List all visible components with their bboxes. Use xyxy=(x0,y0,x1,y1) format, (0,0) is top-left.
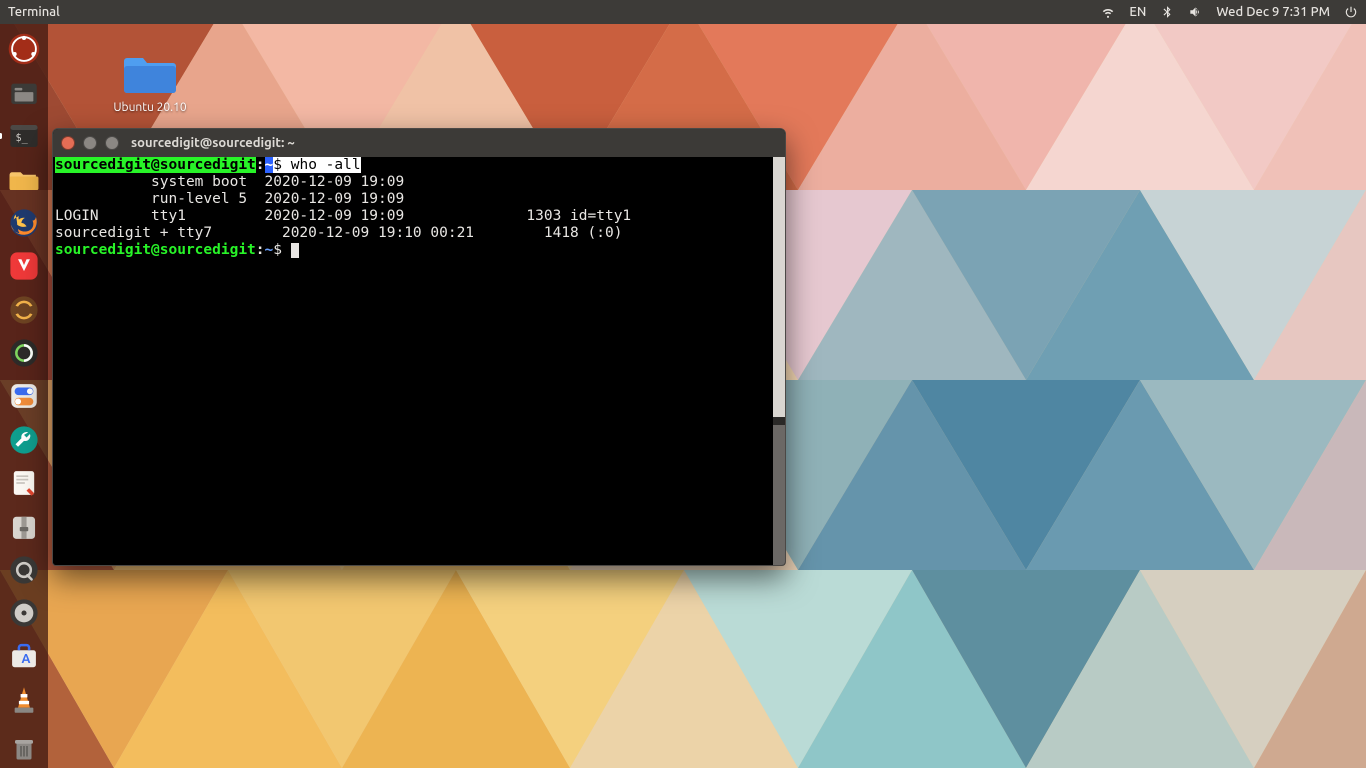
active-app-label: Terminal xyxy=(8,5,60,19)
output-line: LOGIN tty1 2020-12-09 19:09 1303 id=tty1 xyxy=(55,208,631,224)
dock-vlc-icon[interactable] xyxy=(4,681,44,719)
top-panel: Terminal EN Wed Dec 9 7:31 PM xyxy=(0,0,1366,24)
terminal-body[interactable]: sourcedigit@sourcedigit:~$ who -all syst… xyxy=(53,157,785,565)
terminal-titlebar[interactable]: sourcedigit@sourcedigit: ~ xyxy=(53,129,785,157)
prompt-colon: : xyxy=(256,157,265,173)
prompt-cwd: ~ xyxy=(265,157,274,173)
dock-dash-button[interactable] xyxy=(4,30,44,68)
dock-trash-icon[interactable] xyxy=(4,730,44,768)
svg-text:$_: $_ xyxy=(15,133,28,144)
prompt-symbol: $ xyxy=(273,157,282,173)
scrollbar-thumb[interactable] xyxy=(773,157,785,417)
dock-wrench-icon[interactable] xyxy=(4,421,44,459)
dock-archive-icon[interactable] xyxy=(4,507,44,545)
prompt-user: sourcedigit@sourcedigit xyxy=(55,157,256,173)
terminal-scrollbar[interactable] xyxy=(773,157,785,565)
prompt-user: sourcedigit@sourcedigit xyxy=(55,242,256,258)
dock-files-icon[interactable] xyxy=(4,73,44,111)
dock-disk-icon[interactable] xyxy=(4,594,44,632)
terminal-title: sourcedigit@sourcedigit: ~ xyxy=(131,136,295,150)
scrollbar-track-bottom xyxy=(773,425,785,565)
prompt-colon: : xyxy=(256,242,265,258)
window-minimize-button[interactable] xyxy=(83,136,97,150)
dock-folder-icon[interactable] xyxy=(4,160,44,198)
prompt-symbol: $ xyxy=(273,242,282,258)
terminal-cursor xyxy=(291,243,299,258)
output-line: run-level 5 2020-12-09 19:09 xyxy=(55,191,404,207)
dock-terminal-icon[interactable]: $_ xyxy=(4,117,44,155)
command-text: who -all xyxy=(291,157,361,173)
dock-firefox-icon[interactable] xyxy=(4,204,44,242)
clock-label[interactable]: Wed Dec 9 7:31 PM xyxy=(1216,5,1330,19)
svg-text:A: A xyxy=(21,652,30,666)
dock-toggle-icon[interactable] xyxy=(4,377,44,415)
bluetooth-icon[interactable] xyxy=(1160,5,1174,19)
power-icon[interactable] xyxy=(1344,5,1358,19)
prompt-cwd: ~ xyxy=(265,242,274,258)
dock-privacy-icon[interactable] xyxy=(4,551,44,589)
output-line: system boot 2020-12-09 19:09 xyxy=(55,174,404,190)
dock-sync-icon[interactable] xyxy=(4,290,44,328)
dock-notes-icon[interactable] xyxy=(4,464,44,502)
keyboard-layout-indicator[interactable]: EN xyxy=(1129,5,1146,19)
volume-icon[interactable] xyxy=(1188,5,1202,19)
window-maximize-button[interactable] xyxy=(105,136,119,150)
window-close-button[interactable] xyxy=(61,136,75,150)
dock-camera-icon[interactable] xyxy=(4,334,44,372)
desktop-folder[interactable]: Ubuntu 20.10 xyxy=(100,48,200,114)
dock-software-icon[interactable]: A xyxy=(4,638,44,676)
terminal-window[interactable]: sourcedigit@sourcedigit: ~ sourcedigit@s… xyxy=(52,128,786,566)
terminal-output[interactable]: sourcedigit@sourcedigit:~$ who -all syst… xyxy=(53,157,785,259)
dock-vivaldi-icon[interactable] xyxy=(4,247,44,285)
desktop-folder-label: Ubuntu 20.10 xyxy=(100,101,200,114)
launcher-dock: $_ A xyxy=(0,24,48,768)
output-line: sourcedigit + tty7 2020-12-09 19:10 00:2… xyxy=(55,225,622,241)
wifi-icon[interactable] xyxy=(1101,5,1115,19)
